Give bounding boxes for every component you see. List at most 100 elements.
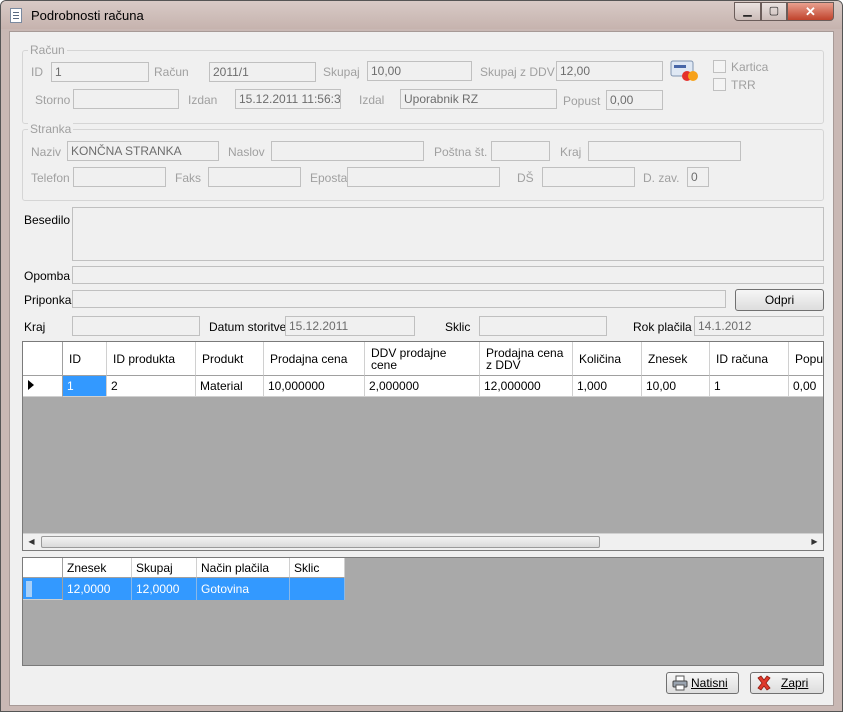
zapri-label: Zapri: [781, 676, 809, 690]
table-cell-id-racuna[interactable]: 1: [710, 376, 789, 397]
close-x-icon: [757, 675, 771, 691]
natisni-button[interactable]: Natisni: [666, 672, 739, 694]
priponka-label: Priponka: [24, 293, 72, 307]
kraj-label: Kraj: [560, 145, 582, 159]
column-header-kolicina[interactable]: Količina: [573, 342, 642, 376]
kartica-label: Kartica: [731, 60, 769, 74]
table-cell-id-produkta[interactable]: 2: [107, 376, 196, 397]
column-header-skupaj[interactable]: Skupaj: [132, 558, 197, 578]
telefon-label: Telefon: [31, 171, 70, 185]
opomba-field[interactable]: [72, 266, 824, 284]
close-icon: ✕: [805, 4, 816, 19]
title-bar[interactable]: Podrobnosti računa ▁ ▢ ✕: [1, 1, 842, 29]
postna-field[interactable]: [491, 141, 550, 161]
table-cell-prodajna-cena-z-ddv[interactable]: 12,000000: [480, 376, 573, 397]
column-header-prodajna-cena-z-ddv[interactable]: Prodajna cena z DDV: [480, 342, 573, 376]
natisni-label: Natisni: [691, 676, 728, 690]
rok-placila-field[interactable]: 14.1.2012: [694, 316, 824, 336]
horizontal-scrollbar[interactable]: ◀ ▶: [23, 533, 823, 550]
column-header-id-racuna[interactable]: ID računa: [710, 342, 789, 376]
popust-field[interactable]: 0,00: [606, 90, 663, 110]
column-header-ddv-prodajne-cene[interactable]: DDV prodajne cene: [365, 342, 480, 376]
column-header-id[interactable]: ID: [63, 342, 107, 376]
column-header-produkt[interactable]: Produkt: [196, 342, 264, 376]
storno-label: Storno: [35, 93, 71, 107]
table-cell-id[interactable]: 1: [63, 376, 107, 397]
items-grid-corner: [23, 342, 63, 376]
trr-checkbox[interactable]: [713, 78, 726, 91]
dzav-field[interactable]: 0: [687, 167, 709, 187]
credit-card-icon[interactable]: [670, 59, 700, 83]
ds-label: DŠ: [517, 171, 534, 185]
skupaj-field[interactable]: 10,00: [367, 61, 472, 81]
maximize-icon: ▢: [768, 5, 780, 17]
table-cell-produkt[interactable]: Material: [196, 376, 264, 397]
sklic-field[interactable]: [479, 316, 607, 336]
payments-cell-skupaj[interactable]: 12,0000: [132, 578, 197, 600]
eposta-field[interactable]: [347, 167, 500, 187]
table-cell-znesek[interactable]: 10,00: [642, 376, 710, 397]
column-header-znesek-placila[interactable]: Znesek: [63, 558, 132, 578]
scrollbar-thumb[interactable]: [41, 536, 600, 548]
izdan-label: Izdan: [188, 93, 218, 107]
column-header-nacin-placila[interactable]: Način plačila: [197, 558, 290, 578]
skupaj-ddv-field[interactable]: 12,00: [556, 61, 663, 81]
skupaj-ddv-label: Skupaj z DDV: [480, 65, 555, 79]
minimize-button[interactable]: ▁: [734, 2, 761, 21]
column-header-sklic[interactable]: Sklic: [290, 558, 345, 578]
minimize-icon: ▁: [743, 5, 752, 17]
table-cell-popust[interactable]: 0,00: [789, 376, 823, 397]
printer-icon: [672, 675, 688, 691]
id-label: ID: [31, 65, 43, 79]
column-header-znesek[interactable]: Znesek: [642, 342, 710, 376]
izdal-label: Izdal: [359, 93, 385, 107]
besedilo-textarea[interactable]: [72, 207, 824, 261]
racun-group-title: Račun: [28, 43, 67, 57]
maximize-button[interactable]: ▢: [761, 2, 787, 21]
arrow-right-icon[interactable]: ▶: [806, 534, 823, 550]
table-cell-ddv-prodajne-cene[interactable]: 2,000000: [365, 376, 480, 397]
datum-storitve-field[interactable]: 15.12.2011: [285, 316, 415, 336]
payments-cell-sklic[interactable]: [290, 578, 345, 600]
izdal-field[interactable]: Uporabnik RZ: [400, 89, 557, 109]
popust-label: Popust: [563, 94, 601, 108]
izdan-field[interactable]: 15.12.2011 11:56:38: [235, 89, 341, 109]
faks-field[interactable]: [208, 167, 301, 187]
column-header-prodajna-cena[interactable]: Prodajna cena: [264, 342, 365, 376]
odpri-button[interactable]: Odpri: [735, 289, 824, 311]
window: Podrobnosti računa ▁ ▢ ✕ Račun ID 1 Raču…: [0, 0, 843, 712]
skupaj-label: Skupaj: [323, 65, 360, 79]
dialog-client-area: Račun ID 1 Račun 2011/1 Skupaj 10,00 Sku…: [9, 31, 834, 706]
table-row-header[interactable]: [23, 376, 63, 397]
id-field[interactable]: 1: [51, 62, 149, 82]
dzav-label: D. zav.: [643, 171, 680, 185]
table-cell-prodajna-cena[interactable]: 10,000000: [264, 376, 365, 397]
faks-label: Faks: [175, 171, 202, 185]
payments-row-header[interactable]: [23, 578, 63, 600]
kraj-storitve-field[interactable]: [72, 316, 200, 336]
naziv-field[interactable]: KONČNA STRANKA: [67, 141, 219, 161]
naslov-field[interactable]: [271, 141, 424, 161]
items-grid[interactable]: ID ID produkta Produkt Prodajna cena DDV…: [22, 341, 824, 551]
kraj-field[interactable]: [588, 141, 741, 161]
telefon-field[interactable]: [73, 167, 166, 187]
stranka-group-title: Stranka: [28, 122, 74, 136]
payments-grid[interactable]: Znesek Skupaj Način plačila Sklic 12,000…: [22, 557, 824, 666]
priponka-field[interactable]: [72, 290, 726, 308]
kraj-storitve-label: Kraj: [24, 320, 46, 334]
storno-field[interactable]: [73, 89, 179, 109]
payments-cell-znesek[interactable]: 12,0000: [63, 578, 132, 600]
payments-cell-nacin-placila[interactable]: Gotovina: [197, 578, 290, 600]
zapri-button[interactable]: Zapri: [750, 672, 824, 694]
column-header-id-produkta[interactable]: ID produkta: [107, 342, 196, 376]
arrow-left-icon[interactable]: ◀: [23, 534, 40, 550]
rok-placila-label: Rok plačila: [633, 320, 692, 334]
close-button[interactable]: ✕: [787, 2, 834, 21]
racun-field[interactable]: 2011/1: [209, 62, 316, 82]
table-cell-kolicina[interactable]: 1,000: [573, 376, 642, 397]
payments-grid-corner: [23, 558, 63, 578]
column-header-popust[interactable]: Popus: [789, 342, 823, 376]
ds-field[interactable]: [542, 167, 635, 187]
document-icon: [10, 8, 22, 23]
kartica-checkbox[interactable]: [713, 60, 726, 73]
